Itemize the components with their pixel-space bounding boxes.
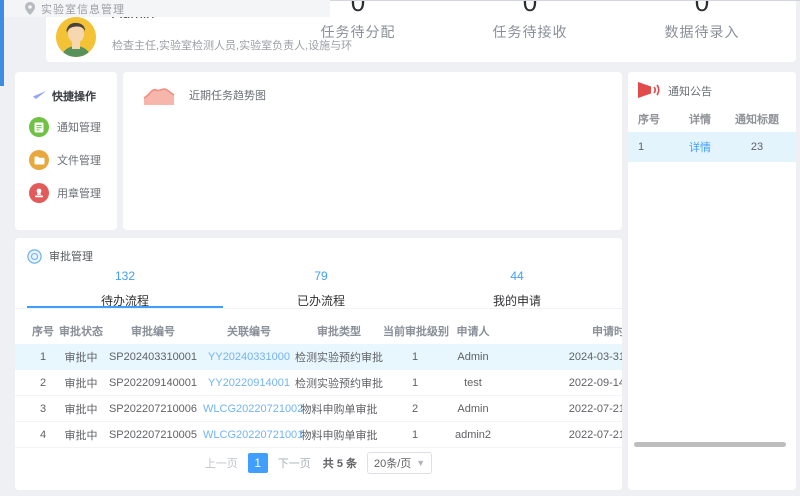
- quick-ops-header: 快捷操作: [15, 72, 117, 104]
- paper-plane-icon: [29, 89, 46, 103]
- col-no: 序号: [638, 111, 676, 127]
- megaphone-icon: [638, 82, 660, 100]
- col-status: 审批状态: [59, 323, 103, 339]
- horizontal-scrollbar[interactable]: [634, 442, 786, 447]
- stat-data-to-enter: 0 数据待录入: [637, 1, 767, 62]
- quick-ops-title: 快捷操作: [52, 88, 96, 104]
- tab-my-applications[interactable]: 44 我的申请: [419, 266, 615, 308]
- left-accent-bar: [0, 0, 4, 86]
- stat-value: 0: [465, 1, 595, 16]
- col-level: 当前审批级别: [383, 323, 447, 339]
- chevron-down-icon: ▼: [416, 458, 425, 468]
- avatar: [56, 17, 96, 57]
- col-applicant: 申请人: [447, 323, 499, 339]
- related-no-link[interactable]: YY20240331000: [203, 351, 295, 363]
- tab-todo[interactable]: 132 待办流程: [27, 266, 223, 308]
- col-related-no: 关联编号: [203, 323, 295, 339]
- page-size-select[interactable]: 20条/页 ▼: [367, 452, 432, 474]
- approval-badge-icon: [27, 249, 42, 264]
- notice-table-header: 序号 详情 通知标题: [628, 106, 796, 132]
- next-page-button[interactable]: 下一页: [278, 455, 311, 471]
- pagination: 上一页 1 下一页 共 5 条 20条/页 ▼: [15, 452, 622, 474]
- tabs-divider: [15, 308, 622, 309]
- table-row[interactable]: 3 审批中 SP202207210006 WLCG20220721002 物料申…: [15, 396, 622, 422]
- related-no-link[interactable]: WLCG20220721001: [203, 429, 295, 441]
- notice-no: 1: [638, 141, 676, 153]
- map-pin-icon: [25, 2, 35, 15]
- page-1-button[interactable]: 1: [248, 453, 268, 473]
- page-title: 实验室信息管理: [41, 1, 125, 17]
- prev-page-button[interactable]: 上一页: [205, 455, 238, 471]
- quick-ops-card: 快捷操作 通知管理 文件管理 用章管理: [15, 72, 117, 230]
- approval-tabs: 132 待办流程 79 已办流程 44 我的申请: [27, 266, 615, 308]
- col-type: 审批类型: [295, 323, 383, 339]
- notice-card: 通知公告 序号 详情 通知标题 1 详情 23: [628, 72, 796, 490]
- stat-label: 数据待录入: [637, 22, 767, 42]
- stat-label: 任务待接收: [465, 22, 595, 42]
- col-title: 通知标题: [724, 111, 790, 127]
- total-count: 共 5 条: [323, 455, 357, 471]
- notice-title: 通知公告: [668, 83, 712, 99]
- approval-table-header: 序号 审批状态 审批编号 关联编号 审批类型 当前审批级别 申请人 申请时: [15, 318, 622, 344]
- folder-icon: [29, 150, 49, 170]
- document-icon: [29, 117, 49, 137]
- col-no: 序号: [27, 323, 59, 339]
- trend-chart-card: 近期任务趋势图: [123, 72, 622, 230]
- lims-dashboard: Admin 检查主任,实验室检测人员,实验室负责人,设施与环 0 任务待分配 0…: [0, 0, 800, 496]
- table-row[interactable]: 2 审批中 SP202209140001 YY20220914001 检测实验预…: [15, 370, 622, 396]
- approval-card: 审批管理 132 待办流程 79 已办流程 44 我的申请 序号 审批状态 审批…: [15, 238, 622, 490]
- table-row[interactable]: 4 审批中 SP202207210005 WLCG20220721001 物料申…: [15, 422, 622, 448]
- notice-row-title: 23: [724, 141, 790, 153]
- approval-table: 序号 审批状态 审批编号 关联编号 审批类型 当前审批级别 申请人 申请时 1 …: [15, 318, 622, 448]
- tab-label: 我的申请: [419, 292, 615, 309]
- approval-title: 审批管理: [49, 248, 93, 264]
- tab-done[interactable]: 79 已办流程: [223, 266, 419, 308]
- quick-item-file-mgmt[interactable]: 文件管理: [15, 137, 117, 170]
- stat-tasks-to-receive: 0 任务待接收: [465, 1, 595, 62]
- notice-detail-link[interactable]: 详情: [676, 139, 724, 155]
- stat-value: 0: [637, 1, 767, 16]
- notice-row[interactable]: 1 详情 23: [628, 132, 796, 162]
- col-approval-no: 审批编号: [103, 323, 203, 339]
- tab-count: 132: [27, 268, 223, 284]
- tab-label: 已办流程: [223, 292, 419, 309]
- stamp-icon: [29, 183, 49, 203]
- col-apply-time: 申请时: [499, 323, 622, 339]
- related-no-link[interactable]: YY20220914001: [203, 377, 295, 389]
- quick-item-label: 用章管理: [57, 185, 101, 201]
- breadcrumb: 实验室信息管理: [4, 0, 330, 17]
- area-chart-icon: [143, 84, 175, 106]
- quick-item-notice-mgmt[interactable]: 通知管理: [15, 104, 117, 137]
- page-size-value: 20条/页: [374, 455, 411, 471]
- trend-chart-title: 近期任务趋势图: [189, 87, 266, 103]
- tab-count: 44: [419, 268, 615, 284]
- quick-item-label: 通知管理: [57, 119, 101, 135]
- stat-label: 任务待分配: [293, 22, 423, 42]
- quick-item-label: 文件管理: [57, 152, 101, 168]
- tab-count: 79: [223, 268, 419, 284]
- table-row[interactable]: 1 审批中 SP202403310001 YY20240331000 检测实验预…: [15, 344, 622, 370]
- related-no-link[interactable]: WLCG20220721002: [203, 403, 295, 415]
- col-detail: 详情: [676, 111, 724, 127]
- quick-item-seal-mgmt[interactable]: 用章管理: [15, 170, 117, 203]
